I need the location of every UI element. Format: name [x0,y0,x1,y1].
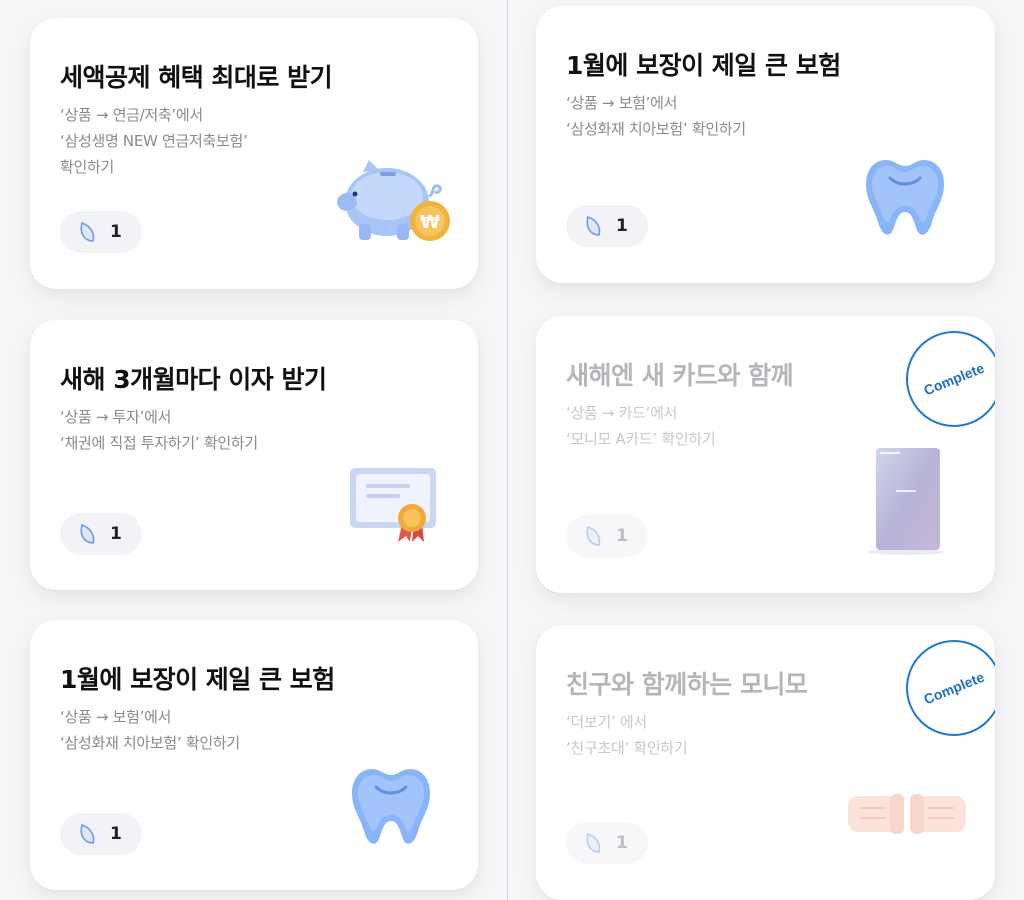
reward-count: 1 [110,222,122,242]
certificate-icon [350,468,436,542]
card-title: 새해 3개월마다 이자 받기 [60,365,327,394]
reward-count: 1 [110,524,122,544]
piggy-bank-icon: ₩ [337,160,450,241]
column-divider [507,0,508,900]
reward-count: 1 [616,526,628,546]
card-description: ‘상품 → 연금/저축’에서 ‘삼성생명 NEW 연금저축보험’ 확인하기 [60,106,248,176]
mission-card-new-card[interactable]: 새해엔 새 카드와 함께 ‘상품 → 카드’에서 ‘모니모 A카드’ 확인하기 … [536,316,995,593]
reward-leaf-icon [80,221,95,242]
reward-pill: 1 [60,813,142,855]
card-title: 세액공제 혜택 최대로 받기 [60,63,333,92]
reward-count: 1 [616,833,628,853]
tooth-icon [352,769,430,844]
reward-pill: 1 [60,211,142,253]
card-title: 1월에 보장이 제일 큰 보험 [566,51,841,80]
reward-leaf-icon [80,523,95,544]
reward-pill: 1 [566,515,648,557]
reward-leaf-icon [586,832,601,853]
reward-pill: 1 [60,513,142,555]
reward-leaf-icon [80,823,95,844]
reward-pill: 1 [566,822,648,864]
reward-count: 1 [110,824,122,844]
reward-pill: 1 [566,205,648,247]
tooth-icon [866,160,944,235]
reward-leaf-icon [586,525,601,546]
svg-text:₩: ₩ [420,212,440,233]
card-description: ‘상품 → 보험’에서 ‘삼성화재 치아보험’ 확인하기 [566,94,746,138]
card-title: 친구와 함께하는 모니모 [566,670,808,699]
reward-count: 1 [616,216,628,236]
card-title: 새해엔 새 카드와 함께 [566,361,794,390]
credit-card-icon [868,448,944,555]
complete-stamp-badge: Complete [906,640,995,736]
card-description: ‘상품 → 투자’에서 ‘채권에 직접 투자하기’ 확인하기 [60,408,258,452]
card-description: ‘상품 → 카드’에서 ‘모니모 A카드’ 확인하기 [566,404,716,448]
card-description: ‘더보기’ 에서 ‘친구초대’ 확인하기 [566,713,688,757]
reward-leaf-icon [586,215,601,236]
card-title: 1월에 보장이 제일 큰 보험 [60,665,335,694]
card-description: ‘상품 → 보험’에서 ‘삼성화재 치아보험’ 확인하기 [60,708,240,752]
complete-stamp-badge: Complete [906,331,995,427]
mission-card-bond-interest[interactable]: 새해 3개월마다 이자 받기 ‘상품 → 투자’에서 ‘채권에 직접 투자하기’… [30,320,478,590]
mission-card-tax-credit[interactable]: 세액공제 혜택 최대로 받기 ‘상품 → 연금/저축’에서 ‘삼성생명 NEW … [30,18,478,289]
mission-card-invite-friend[interactable]: 친구와 함께하는 모니모 ‘더보기’ 에서 ‘친구초대’ 확인하기 1 Comp… [536,625,995,900]
mission-card-dental-insurance[interactable]: 1월에 보장이 제일 큰 보험 ‘상품 → 보험’에서 ‘삼성화재 치아보험’ … [30,620,478,890]
fist-bump-icon [848,794,966,834]
mission-card-dental-insurance[interactable]: 1월에 보장이 제일 큰 보험 ‘상품 → 보험’에서 ‘삼성화재 치아보험’ … [536,6,995,283]
